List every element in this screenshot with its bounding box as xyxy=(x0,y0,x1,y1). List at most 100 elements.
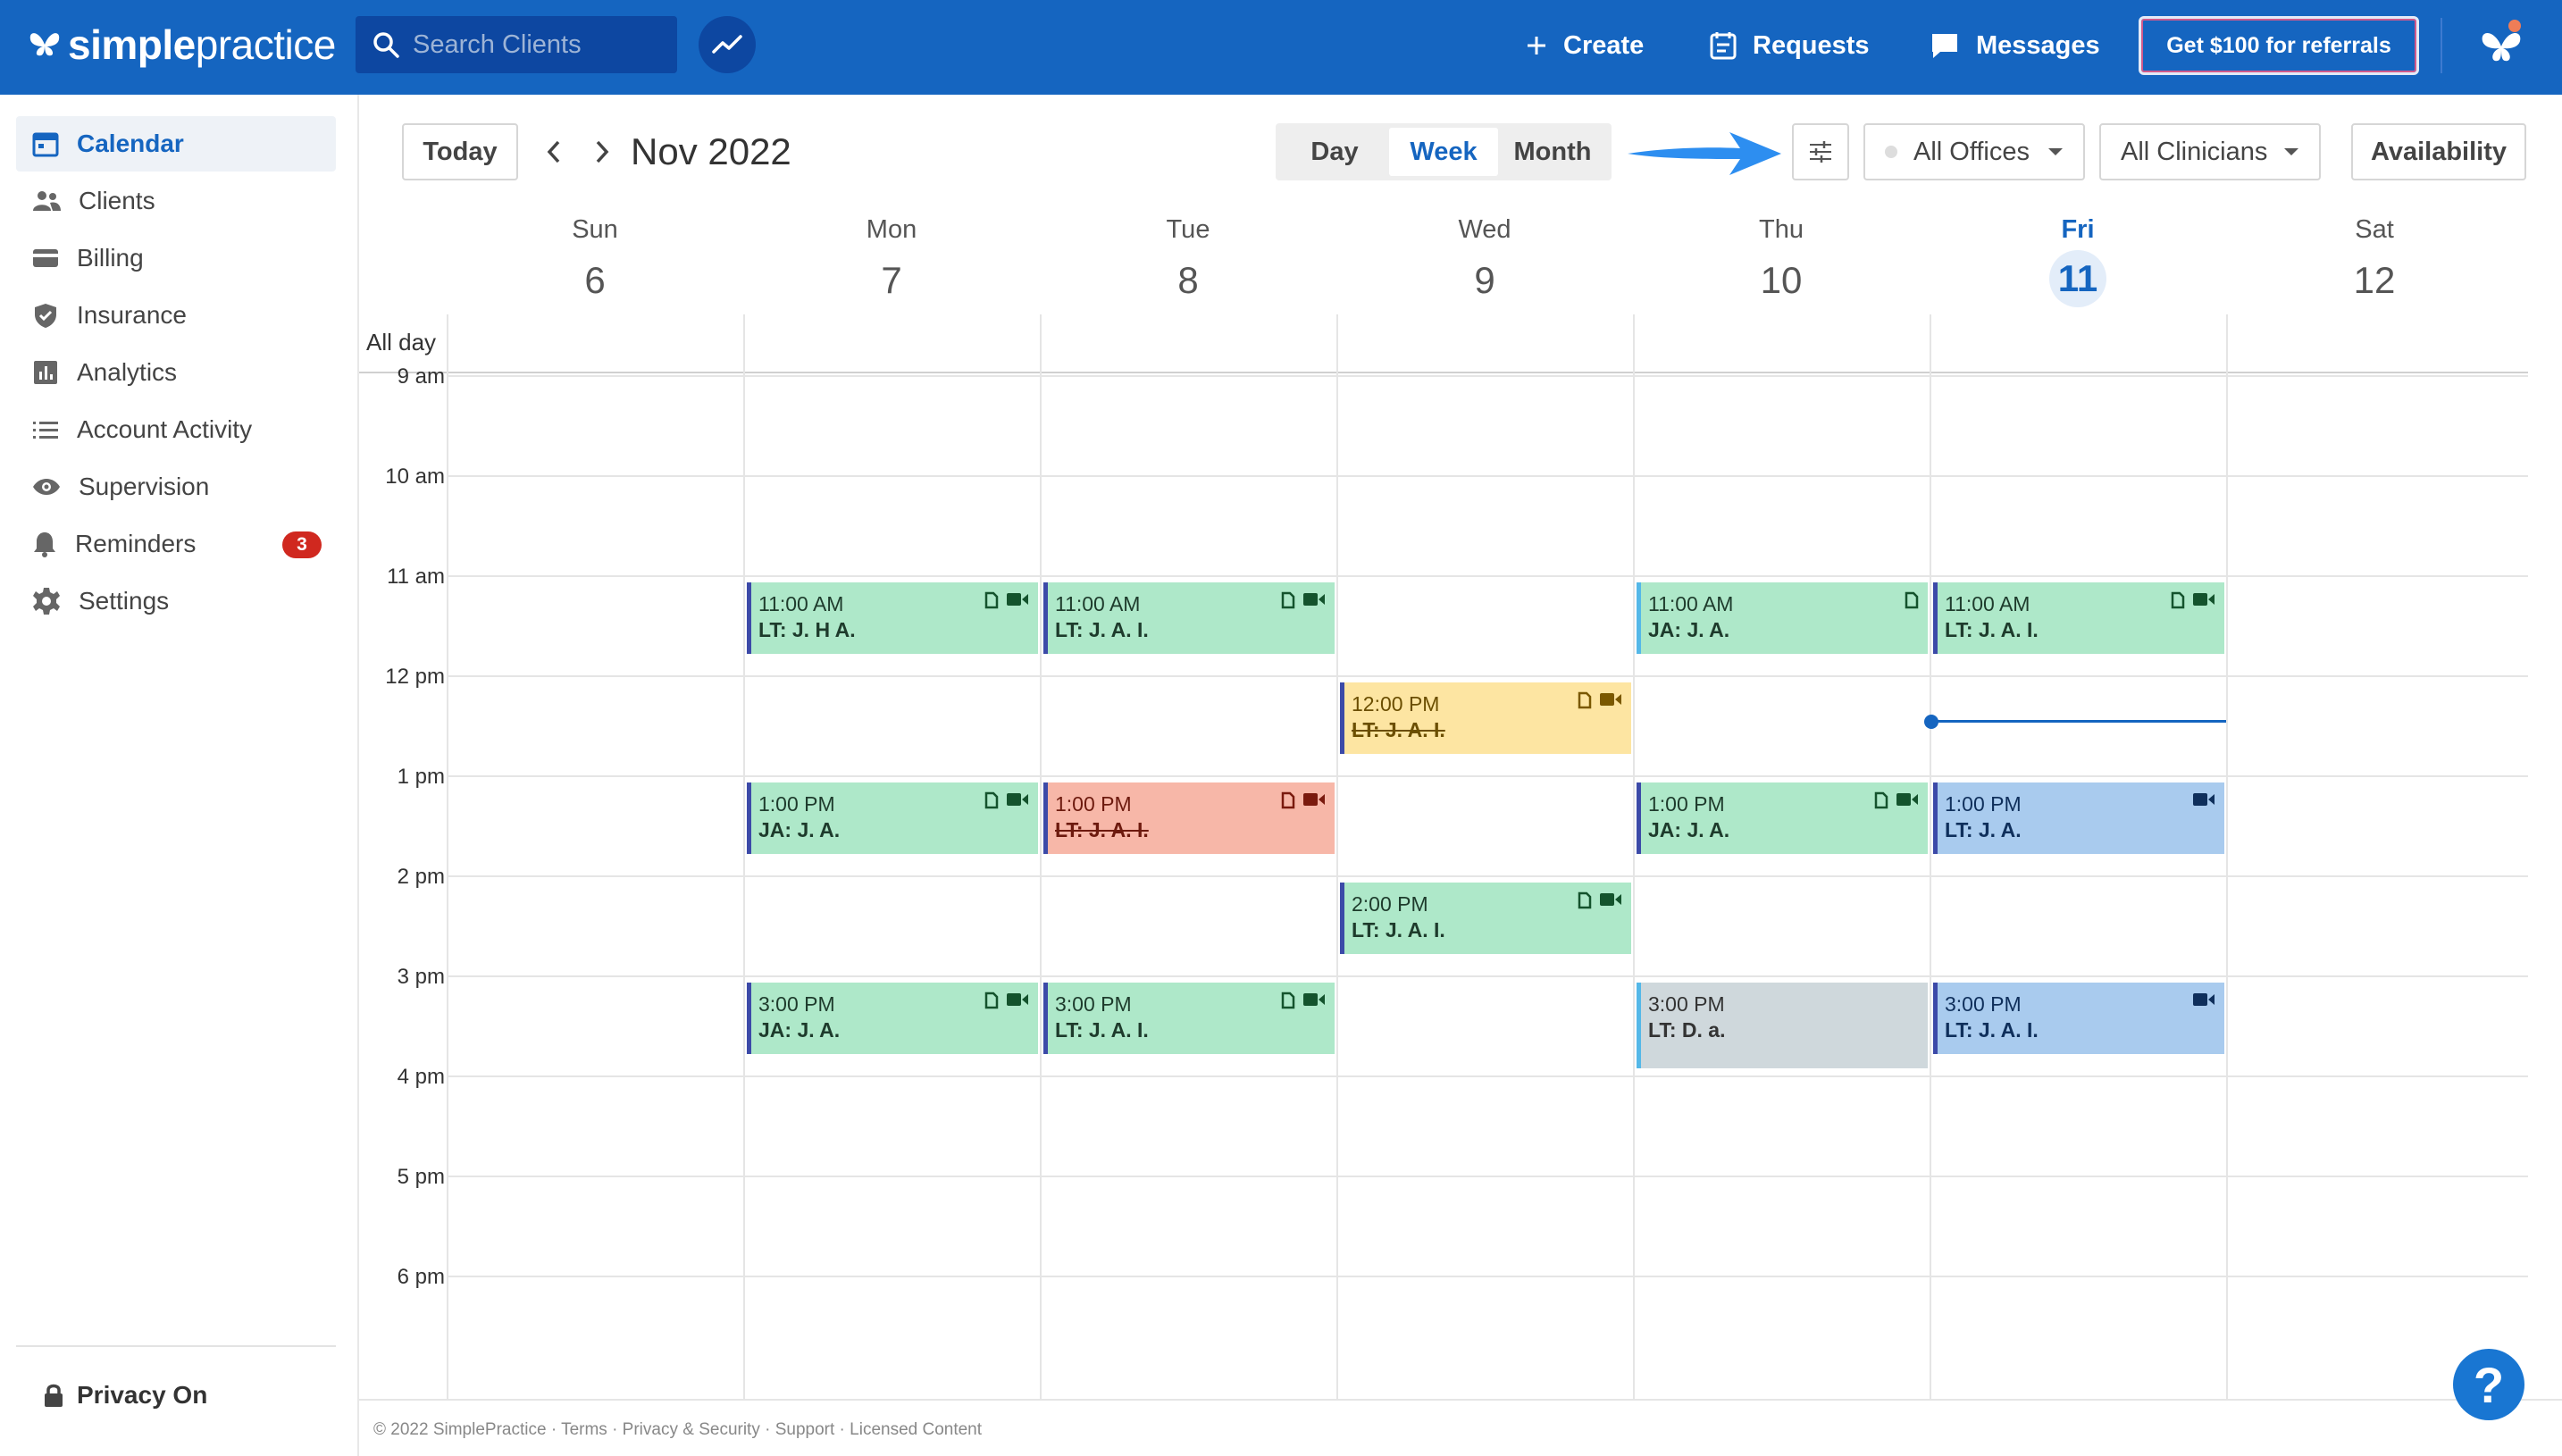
day-header-mon[interactable]: Mon 7 xyxy=(743,213,1040,313)
appointment-event[interactable]: 1:00 PM JA: J. A. xyxy=(1637,782,1928,854)
day-column-divider xyxy=(1633,314,1635,1399)
event-time: 3:00 PM xyxy=(1945,992,2022,1016)
footer-links[interactable]: © 2022 SimplePractice · Terms · Privacy … xyxy=(373,1420,982,1440)
clinicians-dropdown[interactable]: All Clinicians xyxy=(2099,123,2321,180)
requests-button[interactable]: Requests xyxy=(1710,23,1870,68)
sidebar-item-settings[interactable]: Settings xyxy=(16,573,336,629)
note-icon xyxy=(1578,691,1592,709)
insights-button[interactable] xyxy=(699,16,756,73)
event-icons xyxy=(1281,591,1326,609)
sidebar-item-billing[interactable]: Billing xyxy=(16,230,336,286)
day-header-tue[interactable]: Tue 8 xyxy=(1040,213,1336,313)
day-number: 8 xyxy=(1177,259,1199,301)
availability-button[interactable]: Availability xyxy=(2351,123,2526,180)
sidebar-item-analytics[interactable]: Analytics xyxy=(16,345,336,400)
event-client: JA: J. A. xyxy=(1648,818,1730,841)
event-client: LT: J. H A. xyxy=(758,618,856,641)
day-header-wed[interactable]: Wed 9 xyxy=(1336,213,1633,313)
day-header-sun[interactable]: Sun 6 xyxy=(447,213,743,313)
day-header-thu[interactable]: Thu 10 xyxy=(1633,213,1930,313)
video-icon xyxy=(1007,593,1028,606)
event-time: 1:00 PM xyxy=(1945,792,2022,816)
appointment-event[interactable]: 3:00 PM LT: J. A. I. xyxy=(1933,983,2224,1054)
chevron-left-icon xyxy=(547,140,560,163)
messages-button[interactable]: Messages xyxy=(1930,23,2100,68)
appointment-event[interactable]: 3:00 PM JA: J. A. xyxy=(747,983,1038,1054)
sidebar-item-supervision[interactable]: Supervision xyxy=(16,459,336,515)
search-input[interactable] xyxy=(413,29,663,60)
appointment-event[interactable]: 3:00 PM LT: J. A. I. xyxy=(1043,983,1335,1054)
help-button[interactable]: ? xyxy=(2453,1349,2524,1420)
appointment-event[interactable]: 3:00 PM LT: D. a. xyxy=(1637,983,1928,1068)
day-name: Tue xyxy=(1166,215,1210,244)
note-icon xyxy=(1281,791,1295,809)
note-icon xyxy=(984,591,999,609)
topbar-divider xyxy=(2441,18,2442,73)
current-time-line xyxy=(1930,720,2226,724)
day-number: 9 xyxy=(1474,259,1495,301)
note-icon xyxy=(984,791,999,809)
video-icon xyxy=(1007,793,1028,806)
note-icon xyxy=(1281,591,1295,609)
appointment-event[interactable]: 1:00 PM LT: J. A. I. xyxy=(1043,782,1335,854)
prev-week-button[interactable] xyxy=(532,130,575,173)
gear-icon xyxy=(33,588,60,615)
appointment-event[interactable]: 11:00 AM LT: J. A. I. xyxy=(1933,582,2224,654)
sidebar-item-calendar[interactable]: Calendar xyxy=(16,116,336,172)
next-week-button[interactable] xyxy=(581,130,624,173)
appointment-event[interactable]: 11:00 AM LT: J. A. I. xyxy=(1043,582,1335,654)
appointment-event[interactable]: 12:00 PM LT: J. A. I. xyxy=(1340,682,1631,754)
day-header-sat[interactable]: Sat 12 xyxy=(2226,213,2523,313)
office-status-dot xyxy=(1885,146,1897,158)
today-button[interactable]: Today xyxy=(402,123,518,180)
referral-button[interactable]: Get $100 for referrals xyxy=(2139,16,2419,75)
view-week-button[interactable]: Week xyxy=(1389,128,1498,176)
hour-line xyxy=(448,375,2528,377)
appointment-event[interactable]: 2:00 PM LT: J. A. I. xyxy=(1340,883,1631,954)
event-icons xyxy=(1578,891,1622,909)
caret-down-icon xyxy=(2048,148,2063,155)
week-grid[interactable]: All day 9 am 10 am 11 am 12 pm 1 pm 2 pm 3 pm 4… xyxy=(359,314,2562,1399)
day-name: Sun xyxy=(572,215,618,244)
video-icon xyxy=(1600,693,1621,706)
create-button[interactable]: Create xyxy=(1526,23,1644,68)
appointment-event[interactable]: 11:00 AM JA: J. A. xyxy=(1637,582,1928,654)
appointment-event[interactable]: 1:00 PM JA: J. A. xyxy=(747,782,1038,854)
plus-icon xyxy=(1528,37,1545,54)
privacy-toggle[interactable]: Privacy On xyxy=(43,1367,207,1424)
sliders-icon xyxy=(1810,141,1831,163)
calendar-settings-button[interactable] xyxy=(1792,123,1849,180)
event-icons xyxy=(1578,691,1622,709)
sidebar-item-insurance[interactable]: Insurance xyxy=(16,288,336,343)
footer-divider xyxy=(359,1399,2562,1401)
caret-down-icon xyxy=(2284,148,2298,155)
sidebar-item-label: Reminders xyxy=(75,530,197,557)
hour-label: 1 pm xyxy=(397,765,445,789)
event-client: LT: J. A. I. xyxy=(1352,918,1445,941)
sidebar-item-label: Calendar xyxy=(77,130,184,157)
offices-dropdown[interactable]: All Offices xyxy=(1863,123,2085,180)
day-header-fri[interactable]: Fri 11 xyxy=(1930,213,2226,307)
all-day-divider xyxy=(359,372,2528,373)
search-box[interactable] xyxy=(356,16,677,73)
appointment-event[interactable]: 1:00 PM LT: J. A. xyxy=(1933,782,2224,854)
hour-line xyxy=(448,675,2528,677)
day-number: 10 xyxy=(1760,259,1803,301)
requests-label: Requests xyxy=(1753,30,1870,60)
appointment-event[interactable]: 11:00 AM LT: J. H A. xyxy=(747,582,1038,654)
sidebar-item-clients[interactable]: Clients xyxy=(16,173,336,229)
simplepractice-logo[interactable]: simple practice xyxy=(27,18,336,71)
sidebar-item-account-activity[interactable]: Account Activity xyxy=(16,402,336,457)
day-name: Thu xyxy=(1759,215,1804,244)
view-day-button[interactable]: Day xyxy=(1280,128,1389,176)
sidebar-item-reminders[interactable]: Reminders 3 xyxy=(16,516,336,572)
day-column-divider xyxy=(743,314,745,1399)
hour-label: 6 pm xyxy=(397,1265,445,1289)
hour-line xyxy=(448,1276,2528,1277)
event-time: 11:00 AM xyxy=(1648,592,1734,615)
hour-line xyxy=(448,1176,2528,1177)
event-icons xyxy=(1874,791,1919,809)
day-name: Wed xyxy=(1458,215,1511,244)
event-time: 3:00 PM xyxy=(1648,992,1725,1016)
view-month-button[interactable]: Month xyxy=(1498,128,1607,176)
